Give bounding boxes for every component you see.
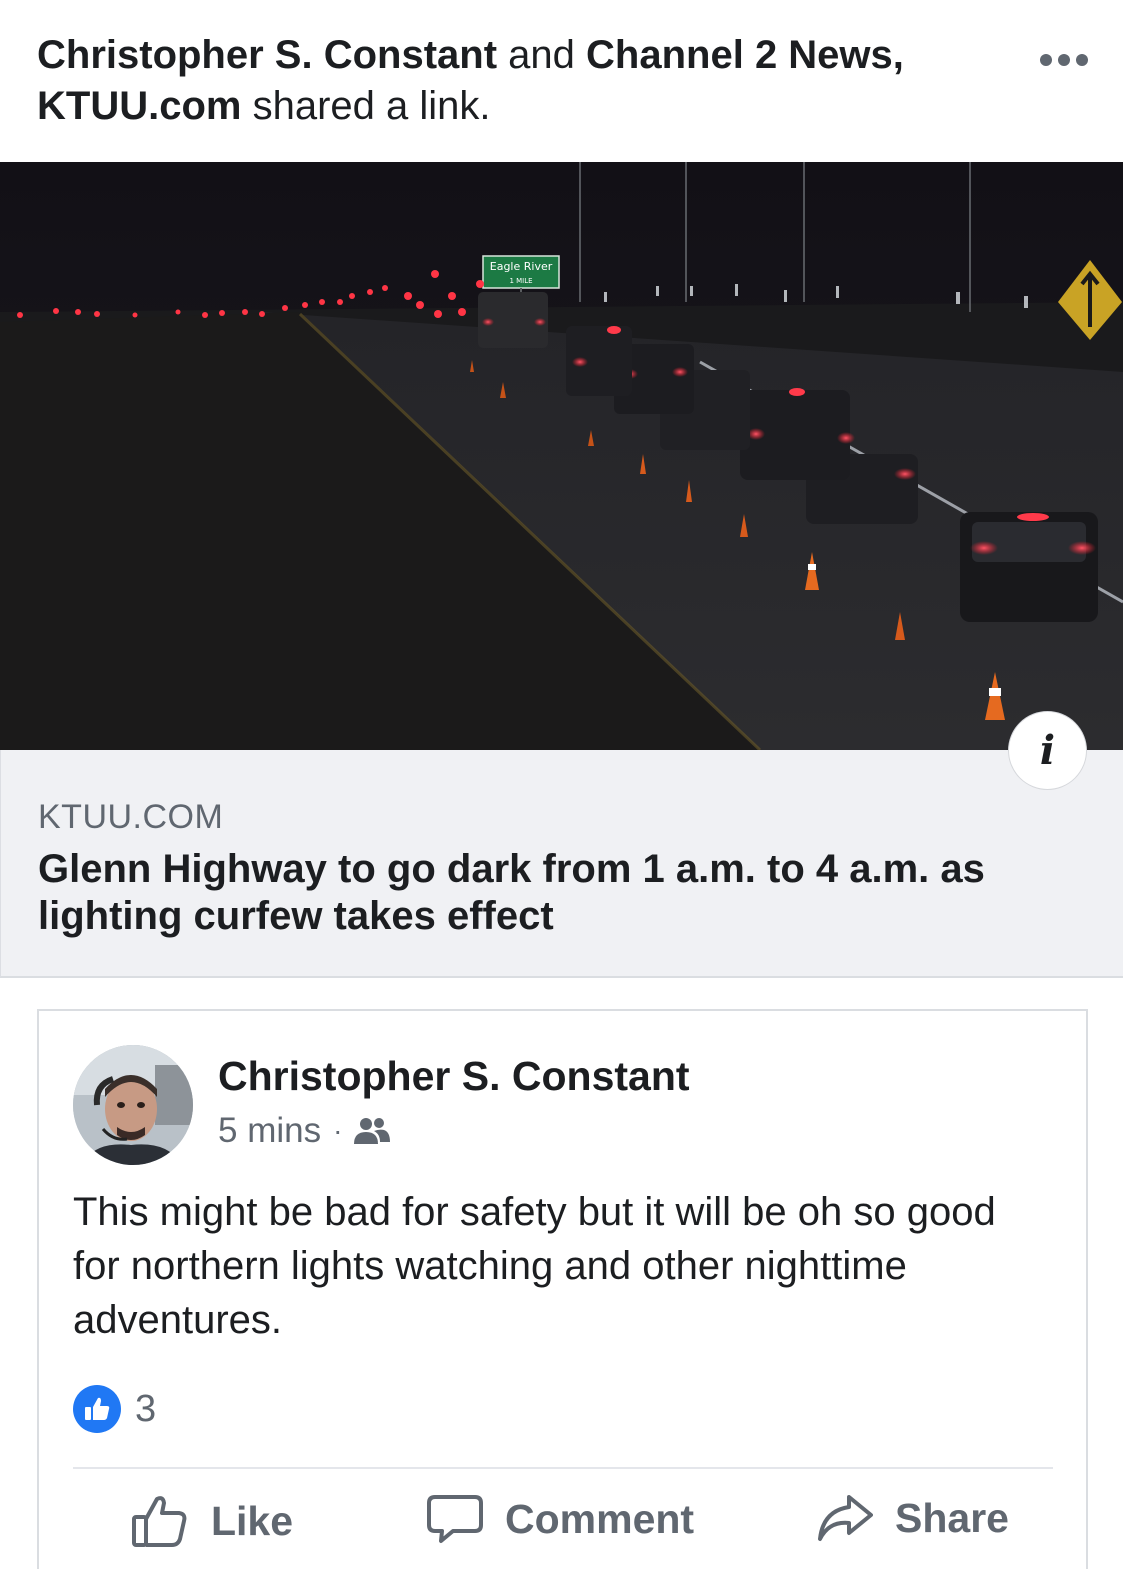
link-domain: KTUU.COM: [38, 798, 224, 836]
comment-label: Comment: [505, 1495, 695, 1542]
info-symbol: i: [1039, 727, 1056, 774]
link-preview-image[interactable]: Eagle River 1 MILE: [0, 162, 1123, 750]
share-label: Share: [895, 1494, 1009, 1541]
info-icon[interactable]: i: [1008, 711, 1087, 790]
friends-icon: [354, 1118, 391, 1144]
story-action: shared a link.: [252, 84, 491, 128]
comment-icon: [427, 1495, 483, 1543]
more-dot: [1058, 54, 1070, 66]
post-author[interactable]: Christopher S. Constant: [218, 1053, 690, 1100]
link-preview-details[interactable]: KTUU.COM Glenn Highway to go dark from 1…: [0, 750, 1123, 978]
story-header: Christopher S. Constant and Channel 2 Ne…: [0, 0, 1123, 162]
highway-night-photo: Eagle River 1 MILE: [0, 162, 1123, 750]
post-body: This might be bad for safety but it will…: [73, 1190, 996, 1342]
more-options-icon[interactable]: [1036, 48, 1092, 72]
more-dot: [1076, 54, 1088, 66]
like-icon: [132, 1496, 187, 1547]
actor-link-constant[interactable]: Christopher S. Constant: [37, 33, 497, 77]
reaction-summary[interactable]: 3: [73, 1385, 156, 1433]
svg-text:Eagle River: Eagle River: [490, 260, 553, 273]
meta-separator: ·: [333, 1115, 343, 1146]
like-button[interactable]: Like: [131, 1493, 293, 1549]
avatar[interactable]: [73, 1045, 193, 1165]
like-label: Like: [211, 1497, 294, 1544]
post-meta: 5 mins ·: [218, 1111, 391, 1151]
more-dot: [1040, 54, 1052, 66]
post-time[interactable]: 5 mins: [218, 1111, 321, 1151]
reaction-count: 3: [135, 1387, 157, 1430]
embedded-post: Christopher S. Constant 5 mins · This mi…: [37, 1009, 1088, 1569]
svg-text:1 MILE: 1 MILE: [509, 277, 532, 285]
share-button[interactable]: Share: [817, 1493, 1009, 1543]
conjunction: and: [508, 33, 575, 77]
profile-photo: [73, 1045, 193, 1165]
action-divider: [73, 1467, 1053, 1469]
comment-button[interactable]: Comment: [427, 1493, 694, 1545]
thumbs-up-icon: [73, 1385, 121, 1433]
story-title: Christopher S. Constant and Channel 2 Ne…: [37, 30, 997, 132]
share-icon: [818, 1495, 873, 1541]
link-title[interactable]: Glenn Highway to go dark from 1 a.m. to …: [38, 846, 1078, 940]
